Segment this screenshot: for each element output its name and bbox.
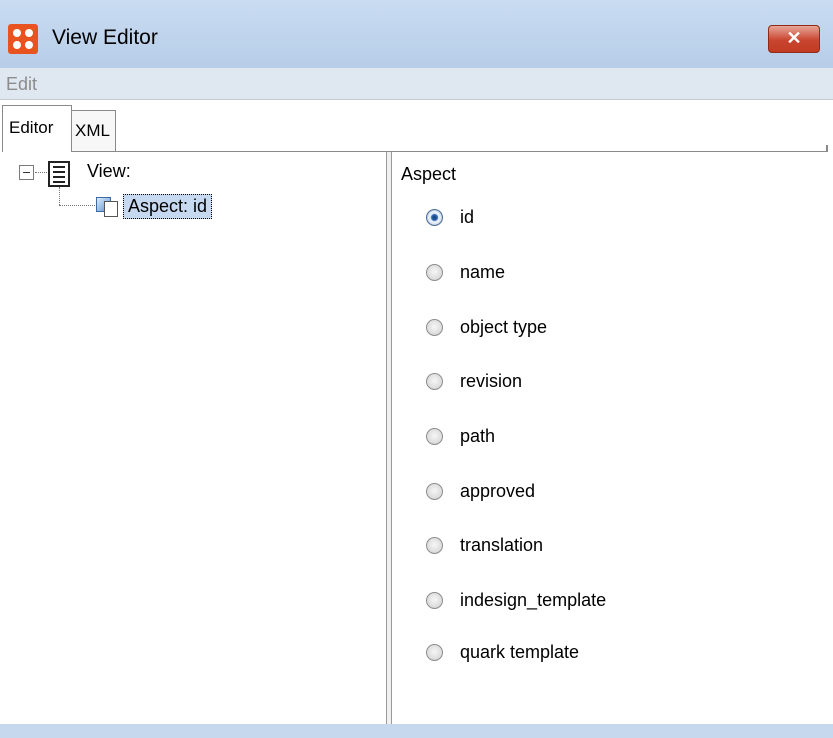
radio-button-selected[interactable]: [426, 209, 443, 226]
radio-button[interactable]: [426, 537, 443, 554]
menu-edit[interactable]: Edit: [6, 74, 37, 95]
window-title: View Editor: [52, 26, 158, 49]
window-bottom-border: [0, 724, 833, 738]
tab-editor[interactable]: Editor: [2, 105, 72, 153]
radio-button[interactable]: [426, 483, 443, 500]
radio-label[interactable]: approved: [460, 481, 535, 502]
radio-label[interactable]: object type: [460, 317, 547, 338]
tab-strip: Editor XML: [0, 100, 833, 153]
radio-button[interactable]: [426, 264, 443, 281]
editor-content: View: Aspect: id Aspect id name object t…: [0, 152, 833, 724]
tree-connector: [35, 172, 47, 173]
app-icon: [8, 24, 38, 54]
tab-xml[interactable]: XML: [71, 110, 116, 152]
radio-label[interactable]: indesign_template: [460, 590, 606, 611]
radio-label[interactable]: path: [460, 426, 495, 447]
window-title-bar: View Editor ✕: [0, 0, 833, 68]
radio-button[interactable]: [426, 373, 443, 390]
menu-bar: Edit: [0, 68, 833, 100]
panel-splitter[interactable]: [386, 152, 392, 724]
radio-label[interactable]: quark template: [460, 642, 579, 663]
aspect-icon: [96, 194, 118, 217]
radio-button[interactable]: [426, 644, 443, 661]
aspect-panel-title: Aspect: [401, 164, 457, 184]
close-button[interactable]: ✕: [768, 25, 820, 53]
view-icon: [48, 161, 70, 187]
tree-connector: [59, 187, 60, 205]
radio-label[interactable]: name: [460, 262, 505, 283]
tab-divider-corner: [826, 145, 828, 152]
tree-node-aspect[interactable]: Aspect: id: [123, 194, 213, 219]
radio-label[interactable]: revision: [460, 371, 522, 392]
tree-node-view[interactable]: View:: [87, 161, 131, 182]
radio-button[interactable]: [426, 319, 443, 336]
radio-button[interactable]: [426, 592, 443, 609]
tree-connector: [59, 205, 95, 206]
collapse-icon[interactable]: [19, 165, 34, 180]
radio-label[interactable]: id: [460, 207, 474, 228]
radio-button[interactable]: [426, 428, 443, 445]
radio-label[interactable]: translation: [460, 535, 543, 556]
